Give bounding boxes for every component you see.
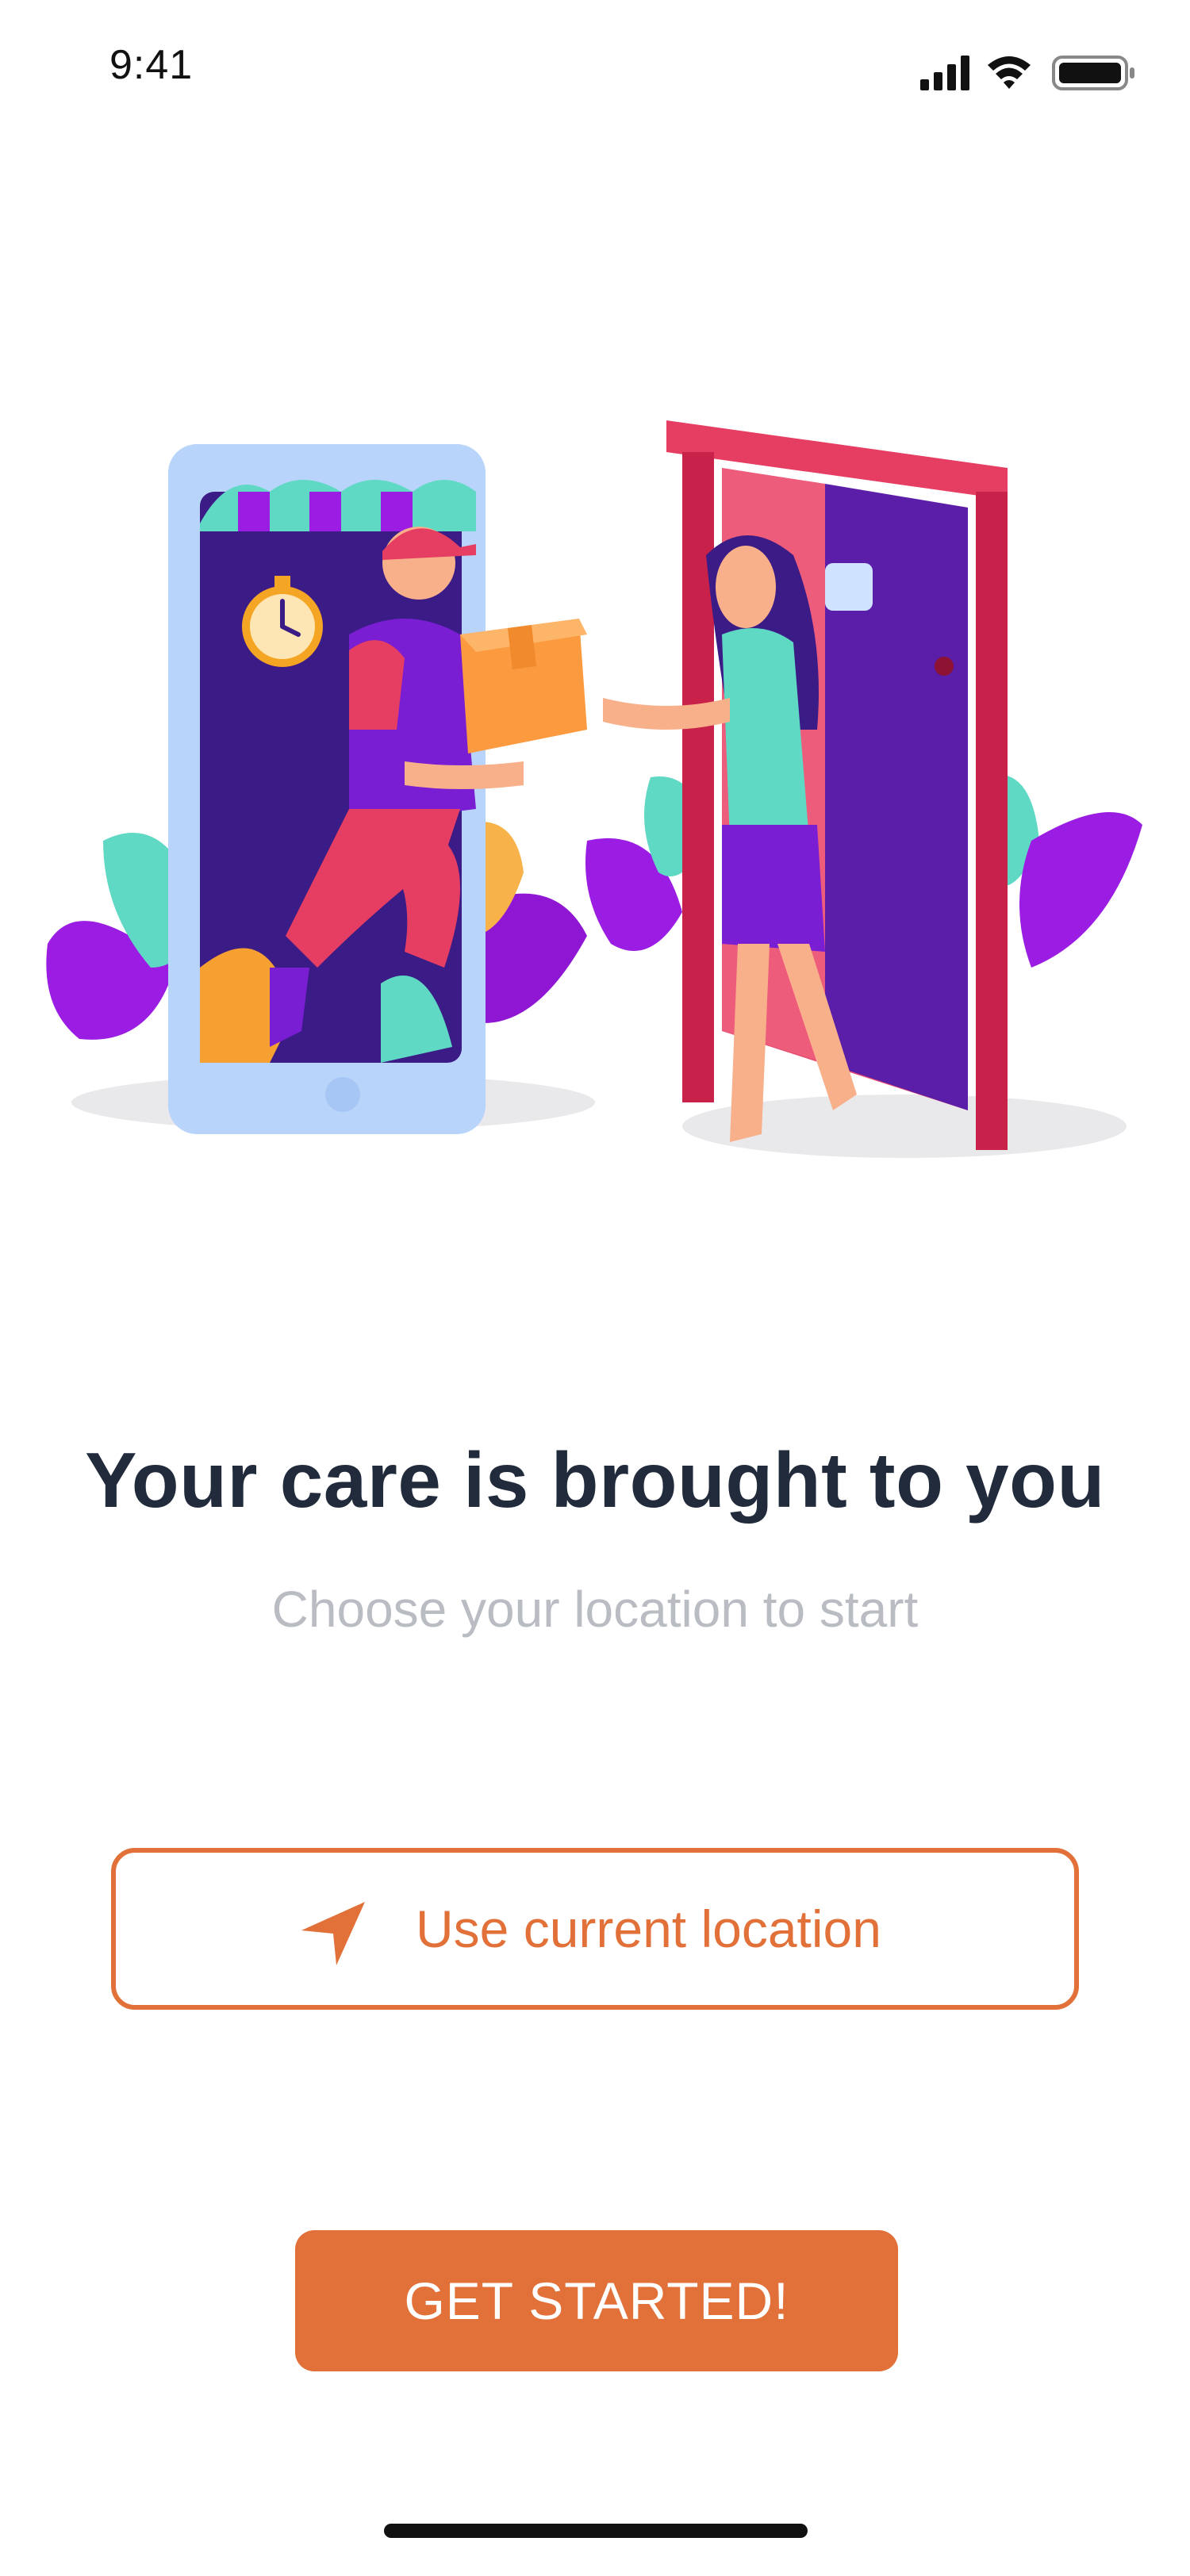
home-indicator	[384, 2524, 808, 2538]
status-time: 9:41	[109, 42, 194, 88]
use-current-location-button[interactable]: Use current location	[111, 1848, 1079, 2010]
use-current-location-label: Use current location	[416, 1899, 881, 1958]
signal-icon	[920, 56, 969, 90]
battery-icon	[1052, 56, 1134, 90]
get-started-button[interactable]: GET STARTED!	[295, 2230, 898, 2371]
parcel-illustration	[460, 619, 587, 753]
delivery-illustration	[46, 420, 1142, 1158]
phone-illustration	[168, 444, 524, 1134]
status-bar: 9:41	[0, 0, 1190, 143]
headline: Your care is brought to you	[85, 1436, 1105, 1524]
status-icons	[920, 56, 1134, 90]
navigation-arrow-icon	[301, 1902, 365, 1965]
wifi-icon	[988, 56, 1031, 89]
subheadline: Choose your location to start	[271, 1581, 919, 1638]
